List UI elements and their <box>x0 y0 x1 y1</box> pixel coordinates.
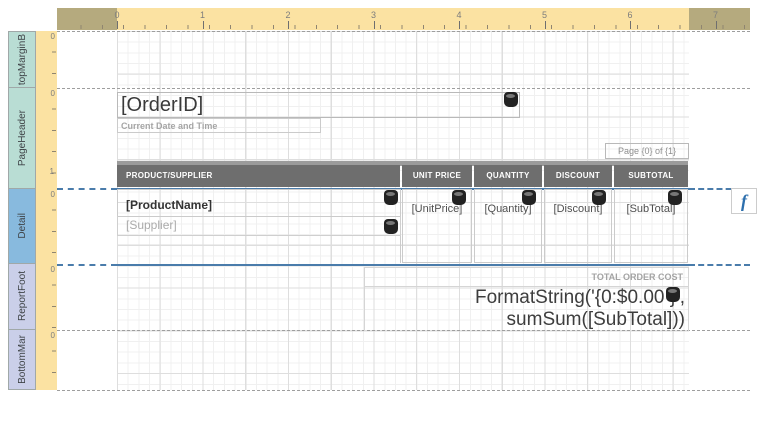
database-field-icon[interactable] <box>504 92 518 107</box>
detail-bottom-line[interactable] <box>117 264 689 266</box>
ruler-number: 6 <box>620 10 640 20</box>
database-field-icon[interactable] <box>384 190 398 205</box>
database-field-icon[interactable] <box>666 287 680 302</box>
detail-bottom-line-right <box>689 264 750 266</box>
database-field-icon[interactable] <box>384 219 398 234</box>
vruler-top-margin: 0 <box>36 31 57 88</box>
header-cell-quantity[interactable]: QUANTITY <box>474 165 542 187</box>
vruler-page-header: 0 1 <box>36 88 57 189</box>
ruler-number: 2 <box>278 10 298 20</box>
product-name-cell[interactable]: [ProductName] <box>117 189 401 217</box>
product-column-border <box>400 236 401 263</box>
ruler-number: 5 <box>535 10 555 20</box>
header-cell-discount[interactable]: DISCOUNT <box>544 165 612 187</box>
vruler-report-footer: 0 <box>36 264 57 330</box>
band-tab-bottom-margin[interactable]: BottomMar <box>8 329 36 390</box>
band-tab-report-footer[interactable]: ReportFoot <box>8 263 36 330</box>
ruler-minor-ticks <box>60 25 748 29</box>
ruler-number: 7 <box>706 10 726 20</box>
band-tab-page-header[interactable]: PageHeader <box>8 87 36 189</box>
expression-line1: FormatString('{0:$0.00 }', <box>365 287 685 309</box>
order-id-textbox[interactable]: [OrderID] <box>117 92 520 118</box>
page-bottom-line <box>57 390 750 391</box>
ruler-inch-tick <box>117 21 118 29</box>
header-cell-product-supplier[interactable]: PRODUCT/SUPPLIER <box>117 165 400 187</box>
horizontal-ruler: 0 1 2 3 4 5 6 7 <box>57 8 750 30</box>
supplier-cell[interactable]: [Supplier] <box>117 216 401 236</box>
vruler-detail: 0 <box>36 189 57 264</box>
ruler-number: 0 <box>107 10 127 20</box>
database-field-icon[interactable] <box>668 190 682 205</box>
band-tab-top-margin[interactable]: topMarginB <box>8 31 36 88</box>
expression-line2: sumSum([SubTotal])) <box>365 309 685 331</box>
vruler-bottom-margin: 0 <box>36 330 57 390</box>
detail-top-line-margin <box>57 188 117 190</box>
header-cell-unit-price[interactable]: UNIT PRICE <box>402 165 472 187</box>
current-date-textbox[interactable]: Current Date and Time <box>117 118 321 133</box>
total-expression-textbox[interactable]: FormatString('{0:$0.00 }', sumSum([SubTo… <box>364 286 689 331</box>
ruler-inch-tick <box>203 21 204 29</box>
database-field-icon[interactable] <box>592 190 606 205</box>
database-field-icon[interactable] <box>522 190 536 205</box>
total-order-cost-label[interactable]: TOTAL ORDER COST <box>364 267 689 287</box>
report-designer-surface: 0 1 2 3 4 5 6 7 topMarginB PageHeader Detail Re… <box>0 0 768 429</box>
detail-bottom-line-margin <box>57 264 117 266</box>
ruler-inch-tick <box>374 21 375 29</box>
ruler-number: 4 <box>449 10 469 20</box>
expression-f-icon[interactable]: f <box>731 188 757 214</box>
database-field-icon[interactable] <box>452 190 466 205</box>
ruler-inch-tick <box>288 21 289 29</box>
ruler-inch-tick <box>716 21 717 29</box>
ruler-inch-tick <box>545 21 546 29</box>
header-cell-subtotal[interactable]: SUBTOTAL <box>614 165 688 187</box>
page-info-textbox[interactable]: Page {0} of {1} <box>605 143 689 159</box>
ruler-inch-tick <box>459 21 460 29</box>
vertical-ruler: 0 0 1 0 0 0 <box>36 31 57 390</box>
band-tab-detail[interactable]: Detail <box>8 188 36 264</box>
page-header-top-line <box>57 88 750 89</box>
top-margin-line <box>57 31 750 32</box>
ruler-number: 3 <box>364 10 384 20</box>
ruler-inch-tick <box>630 21 631 29</box>
ruler-number: 1 <box>193 10 213 20</box>
